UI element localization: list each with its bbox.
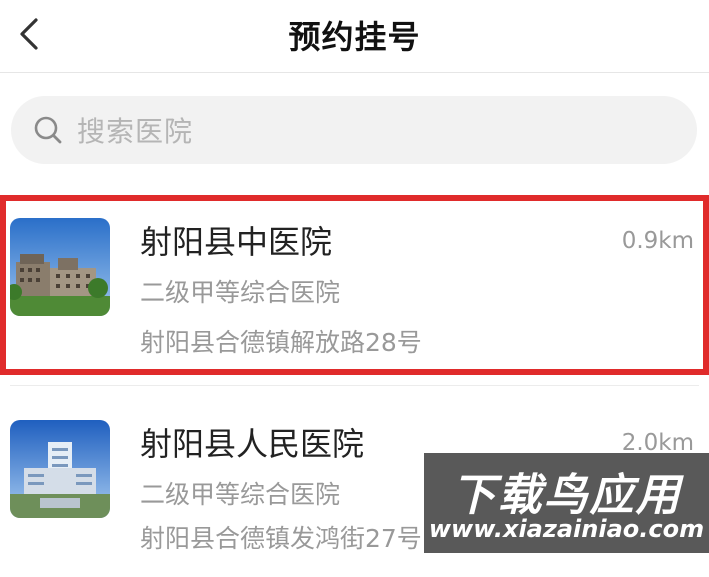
search-input[interactable]: 搜索医院	[11, 96, 697, 164]
hospital-address: 射阳县合德镇解放路28号	[140, 328, 422, 357]
search-icon	[34, 116, 62, 144]
watermark-title: 下载鸟应用	[451, 470, 682, 521]
search-placeholder: 搜索医院	[77, 115, 194, 148]
hospital-level: 二级甲等综合医院	[140, 278, 341, 307]
hospital-image	[10, 218, 110, 316]
hospital-list-item[interactable]: 射阳县中医院 0.9km 二级甲等综合医院 射阳县合德镇解放路28号	[0, 195, 709, 375]
watermark: 下载鸟应用 www.xiazainiao.com	[424, 453, 709, 553]
hospital-name: 射阳县中医院	[140, 223, 333, 261]
hospital-level: 二级甲等综合医院	[140, 480, 341, 509]
page-title: 预约挂号	[288, 18, 421, 56]
hospital-image	[10, 420, 110, 518]
hospital-name: 射阳县人民医院	[140, 425, 365, 463]
list-divider	[10, 385, 699, 386]
nav-bar: 预约挂号	[0, 0, 709, 73]
hospital-address: 射阳县合德镇发鸿街27号	[140, 524, 422, 553]
hospital-distance: 0.9km	[621, 228, 694, 254]
watermark-url: www.xiazainiao.com	[428, 515, 705, 543]
